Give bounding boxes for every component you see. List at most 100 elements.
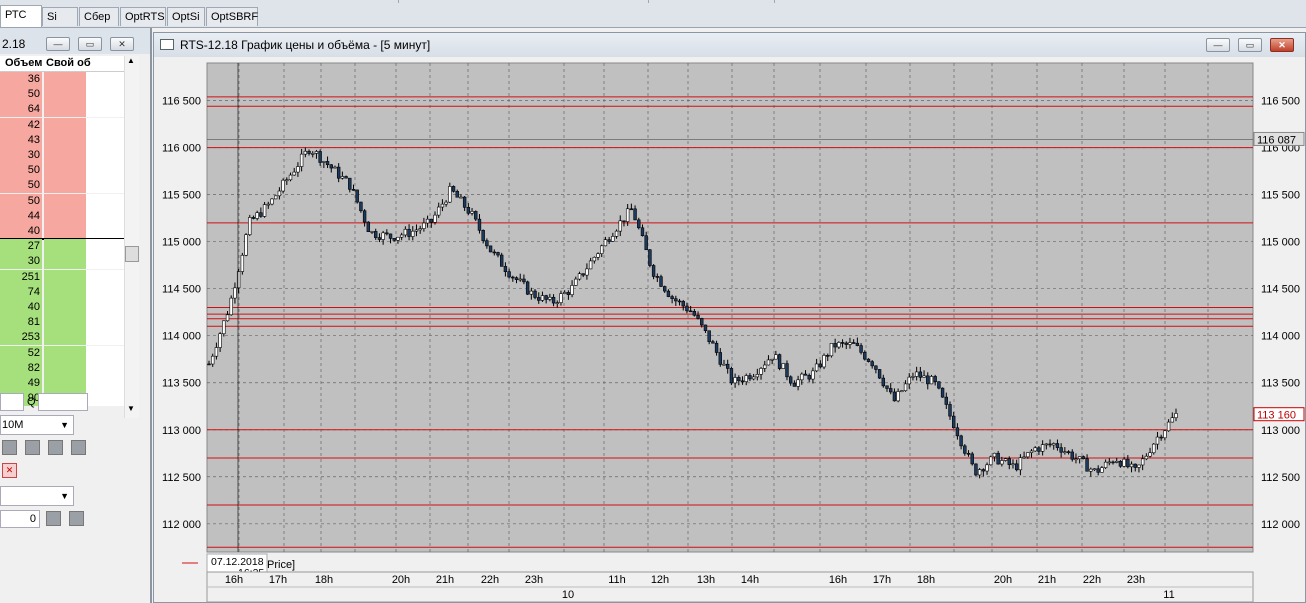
bid-own-cell[interactable] [44,360,86,376]
tool-button[interactable] [71,440,86,455]
candle-body [629,208,634,211]
ask-own-cell[interactable] [44,224,86,239]
y-tick-label-left: 115 500 [162,190,201,202]
bid-volume-cell[interactable]: 40 [0,300,42,315]
order-book-scrollbar[interactable]: ▲ ▼ [124,56,139,418]
ask-volume-cell[interactable]: 50 [0,178,42,194]
candle-body [499,254,504,267]
candle-body [818,363,823,368]
bid-own-cell[interactable] [44,254,86,270]
tab-optrts[interactable]: OptRTS [120,7,166,26]
bid-volume-cell[interactable]: 49 [0,376,42,391]
ask-own-cell[interactable] [44,148,86,163]
bid-own-cell[interactable] [44,315,86,331]
timeframe-select[interactable]: 10M ▼ [0,415,74,435]
ask-volume-cell[interactable]: 42 [0,117,42,133]
account-select[interactable]: ▼ [0,486,74,506]
candle-body [303,150,308,155]
bid-volume-cell[interactable]: 27 [0,239,42,255]
bid-own-cell[interactable] [44,300,86,315]
close-button[interactable]: ✕ [110,37,134,51]
x-tick-label: 12h [651,574,669,586]
ask-own-cell[interactable] [44,117,86,133]
tool-button[interactable] [69,511,84,526]
bid-volume-cell[interactable]: 82 [0,360,42,376]
ask-volume-cell[interactable]: 50 [0,163,42,179]
ask-own-cell[interactable] [44,208,86,224]
candle-body [1103,461,1108,468]
ask-volume-cell[interactable]: 50 [0,87,42,103]
timeframe-value: 10M [2,419,24,431]
ask-volume-cell[interactable]: 50 [0,193,42,209]
candle-body [922,375,926,378]
bid-own-cell[interactable] [44,239,86,255]
chart-window: RTS-12.18 График цены и объёма - [5 мину… [153,32,1306,603]
price-input[interactable] [0,393,24,411]
candle-body [1137,464,1141,468]
ask-volume-cell[interactable]: 30 [0,148,42,163]
quantity-input[interactable] [38,393,88,411]
sell-tool-icon[interactable] [25,440,40,455]
ask-own-cell[interactable] [44,72,86,87]
candle-body [655,276,660,278]
bid-own-cell[interactable] [44,376,86,391]
candle-body [492,251,496,254]
close-button[interactable]: ✕ [1270,38,1294,52]
qty-field[interactable]: 0 [0,510,40,528]
ask-own-cell[interactable] [44,132,86,148]
maximize-button[interactable]: ▭ [1238,38,1262,52]
ask-volume-cell[interactable]: 44 [0,208,42,224]
bid-own-cell[interactable] [44,345,86,361]
ask-volume-cell[interactable]: 64 [0,102,42,118]
buy-tool-icon[interactable] [2,440,17,455]
tab-sber[interactable]: Сбер [79,7,119,26]
ask-volume-cell[interactable]: 40 [0,224,42,239]
tab-label: Si [47,11,57,23]
bid-own-cell[interactable] [44,284,86,300]
ask-volume-cell[interactable]: 36 [0,72,42,87]
minimize-button[interactable]: — [1206,38,1230,52]
candle-body [229,297,233,316]
bid-own-cell[interactable] [44,269,86,285]
tab-rts[interactable]: РТС [0,5,42,27]
candle-body [759,368,763,375]
tab-si[interactable]: Si [42,7,78,26]
bid-volume-cell[interactable]: 74 [0,284,42,300]
ask-own-cell[interactable] [44,102,86,118]
candle-body [855,342,860,346]
candle-body [963,445,967,454]
tab-optsi[interactable]: OptSi [167,7,205,26]
chart-title-bar: RTS-12.18 График цены и объёма - [5 мину… [154,33,1305,57]
scroll-thumb[interactable] [125,246,139,262]
bid-volume-cell[interactable]: 253 [0,330,42,346]
cancel-orders-icon[interactable]: ✕ [2,463,17,478]
ask-own-cell[interactable] [44,87,86,103]
tool-button[interactable] [46,511,61,526]
candle-body [1155,436,1160,445]
candle-body [1096,468,1100,473]
x-tick-label: 22h [481,574,499,586]
candle-body [740,380,745,383]
candle-body [1070,451,1074,460]
price-chart[interactable]: 112 000 112 000 112 500 112 500 113 000 113 0… [154,57,1305,602]
scroll-up-icon[interactable]: ▲ [127,56,135,65]
candle-body [788,376,793,384]
candle-body [470,211,474,214]
candle-body [529,290,534,295]
candle-body [811,370,815,380]
tab-optsbrf[interactable]: OptSBRF [206,7,258,26]
bid-volume-cell[interactable]: 251 [0,269,42,285]
ask-own-cell[interactable] [44,163,86,179]
ask-own-cell[interactable] [44,178,86,194]
bid-volume-cell[interactable]: 30 [0,254,42,270]
candle-body [918,371,923,378]
ask-volume-cell[interactable]: 43 [0,132,42,148]
bid-volume-cell[interactable]: 52 [0,345,42,361]
scroll-down-icon[interactable]: ▼ [127,404,135,413]
ask-own-cell[interactable] [44,193,86,209]
bid-volume-cell[interactable]: 81 [0,315,42,331]
tool-button[interactable] [48,440,63,455]
maximize-button[interactable]: ▭ [78,37,102,51]
bid-own-cell[interactable] [44,330,86,346]
minimize-button[interactable]: — [46,37,70,51]
